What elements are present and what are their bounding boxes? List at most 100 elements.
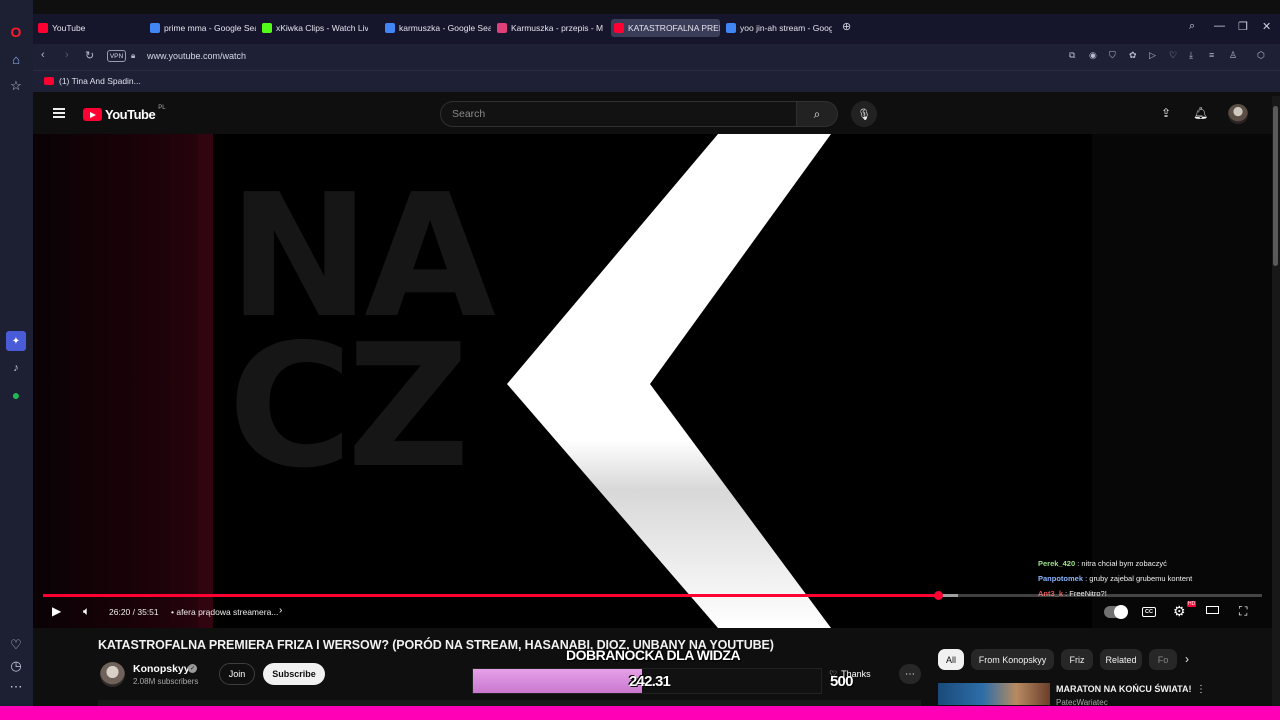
chat-message: : gruby zajebal grubemu kontent <box>1083 574 1193 583</box>
upload-icon[interactable]: ⇪ <box>1161 106 1171 120</box>
more-icon[interactable]: ⋯ <box>6 677 26 697</box>
tab-4[interactable]: karmuszka - Google Sear <box>385 19 491 37</box>
logo-text: YouTube <box>105 107 156 122</box>
chat-message: : nitra chciał bym zobaczyć <box>1075 559 1167 568</box>
new-tab-icon[interactable]: ⊕ <box>842 20 851 33</box>
more-actions-button[interactable]: ⋯ <box>899 664 921 684</box>
chip-from-channel[interactable]: From Konopskyy <box>971 649 1054 670</box>
captions-icon[interactable]: CC <box>1142 607 1156 617</box>
tiktok-icon[interactable]: ♪ <box>6 358 26 378</box>
youtube-favicon-icon <box>38 23 48 33</box>
vpn-badge[interactable]: VPN <box>107 50 126 62</box>
notifications-bell-icon[interactable]: 🔔︎ <box>1193 106 1208 120</box>
theater-mode-icon[interactable] <box>1206 606 1219 614</box>
autoplay-toggle[interactable] <box>1104 605 1128 619</box>
bookmarks-bar: (1) Tina And Spadin... <box>33 70 1280 92</box>
youtube-header: YouTube PL ⌕ 🎙︎ ⇪ 🔔︎ <box>33 94 1280 134</box>
lock-icon[interactable]: 🔒︎ <box>131 51 135 61</box>
volume-icon[interactable]: 🔈︎ <box>83 604 90 619</box>
tab-label: xKiwka Clips - Watch Live <box>276 23 368 33</box>
tab-2[interactable]: prime mma - Google Sear <box>150 19 256 37</box>
heart-icon[interactable]: ♡ <box>6 635 26 655</box>
chapter-title[interactable]: • afera prądowa streamera... <box>171 607 278 617</box>
thanks-button[interactable]: ♡ Thanks <box>829 664 871 684</box>
channel-name[interactable]: Konopskyy <box>133 663 190 675</box>
subscribe-button[interactable]: Subscribe <box>263 663 325 685</box>
snapshot-icon[interactable]: ⧉ <box>1069 50 1075 61</box>
player-icon[interactable]: ▷ <box>1149 50 1156 61</box>
search-tabs-icon[interactable]: ⌕ <box>1189 20 1195 33</box>
opera-logo-icon[interactable]: O <box>6 22 26 42</box>
tab-3[interactable]: xKiwka Clips - Watch Live <box>262 19 368 37</box>
hamburger-menu-icon[interactable] <box>53 108 65 118</box>
url-field[interactable]: www.youtube.com/watch <box>147 51 246 61</box>
recommendation-title[interactable]: MARATON NA KOŃCU ŚWIATA! <box>1056 684 1191 694</box>
search-box <box>440 101 797 127</box>
home-icon[interactable]: ⌂ <box>6 49 26 69</box>
tab-label: YouTube <box>52 23 86 33</box>
search-input[interactable] <box>441 102 796 126</box>
video-left-wall <box>33 134 213 628</box>
favorite-icon[interactable]: ♡ <box>1169 50 1177 61</box>
donation-goal-fill <box>473 669 642 693</box>
search-button[interactable]: ⌕ <box>797 101 838 127</box>
bookmark-item[interactable]: (1) Tina And Spadin... <box>44 76 141 86</box>
chat-user: Perek_420 <box>1038 559 1076 568</box>
chip-friz[interactable]: Friz <box>1061 649 1093 670</box>
easy-setup-icon[interactable]: ⬡ <box>1257 50 1265 61</box>
thanks-icon: ♡ <box>829 668 838 679</box>
profile-icon[interactable]: ♙ <box>1229 50 1237 61</box>
menu-icon[interactable]: ≡ <box>1209 50 1214 60</box>
star-icon[interactable]: ☆ <box>6 76 26 96</box>
fullscreen-icon[interactable]: ⛶ <box>1239 604 1247 619</box>
back-icon[interactable]: ‹ <box>41 49 45 61</box>
aria-icon[interactable]: ✦ <box>6 331 26 351</box>
tab-1[interactable]: YouTube <box>38 19 138 37</box>
subscriber-count: 2.08M subscribers <box>133 677 199 686</box>
tab-7[interactable]: yoo jin-ah stream - Goog <box>726 19 832 37</box>
progress-bar[interactable] <box>43 591 1262 600</box>
scrollbar-thumb[interactable] <box>1273 106 1278 266</box>
channel-avatar[interactable] <box>100 662 125 687</box>
voice-search-button[interactable]: 🎙︎ <box>851 101 877 127</box>
youtube-logo[interactable]: YouTube PL <box>83 104 166 122</box>
scrubber-handle[interactable] <box>933 591 943 600</box>
minimize-icon[interactable]: — <box>1214 20 1225 32</box>
chapter-chevron-icon[interactable]: › <box>279 605 282 616</box>
close-icon[interactable]: ✕ <box>1262 20 1271 33</box>
page-scrollbar[interactable] <box>1272 96 1280 706</box>
tab-6-active[interactable]: KATASTROFALNA PREMIE <box>611 19 720 37</box>
camera-icon[interactable]: ◉ <box>1089 50 1097 61</box>
video-player[interactable]: NA CZ Perek_420 : nitra chciał bym zobacz… <box>33 134 1272 628</box>
recommendation-menu-icon[interactable]: ⋮ <box>1196 684 1206 695</box>
spotify-icon[interactable]: ● <box>6 385 26 405</box>
chat-line: Panpotomek : gruby zajebal grubemu konte… <box>1038 571 1192 586</box>
account-avatar[interactable] <box>1228 104 1248 124</box>
shield-icon[interactable]: ⛉ <box>1109 50 1116 61</box>
faded-background-letters: NA CZ <box>228 158 496 506</box>
extension-icon[interactable]: ✿ <box>1129 50 1137 61</box>
chip-fo[interactable]: Fo <box>1149 649 1177 670</box>
tab-5[interactable]: Karmuszka - przepis - Mo <box>497 19 603 37</box>
restore-icon[interactable]: ❐ <box>1238 20 1248 33</box>
time-display: 26:20 / 35:51 <box>109 607 159 617</box>
chip-all[interactable]: All <box>938 649 964 670</box>
reload-icon[interactable]: ↻ <box>85 49 94 62</box>
chip-related[interactable]: Related <box>1100 649 1142 670</box>
download-icon[interactable]: ⤓ <box>1189 50 1193 61</box>
join-button[interactable]: Join <box>219 663 255 685</box>
history-icon[interactable]: ◷ <box>6 656 26 676</box>
recipe-favicon-icon <box>497 23 507 33</box>
country-code: PL <box>158 104 166 111</box>
forward-icon[interactable]: › <box>65 49 69 61</box>
tab-label: Karmuszka - przepis - Mo <box>511 23 603 33</box>
recommendation-thumbnail[interactable] <box>938 683 1050 705</box>
chips-next-chevron-icon[interactable]: › <box>1185 652 1189 666</box>
tab-label: karmuszka - Google Sear <box>399 23 491 33</box>
screen: O ⌂ ☆ ✦ ♪ ● ♡ ◷ ⋯ YouTube prime mma - Go… <box>0 0 1280 720</box>
play-icon[interactable]: ▶ <box>52 604 61 618</box>
settings-gear-icon[interactable]: ⚙ <box>1173 603 1186 620</box>
youtube-favicon-icon <box>614 23 624 33</box>
bookmark-label: (1) Tina And Spadin... <box>59 76 141 86</box>
address-bar: ‹ › ↻ VPN 🔒︎ www.youtube.com/watch ⧉ ◉ ⛉… <box>33 44 1280 70</box>
